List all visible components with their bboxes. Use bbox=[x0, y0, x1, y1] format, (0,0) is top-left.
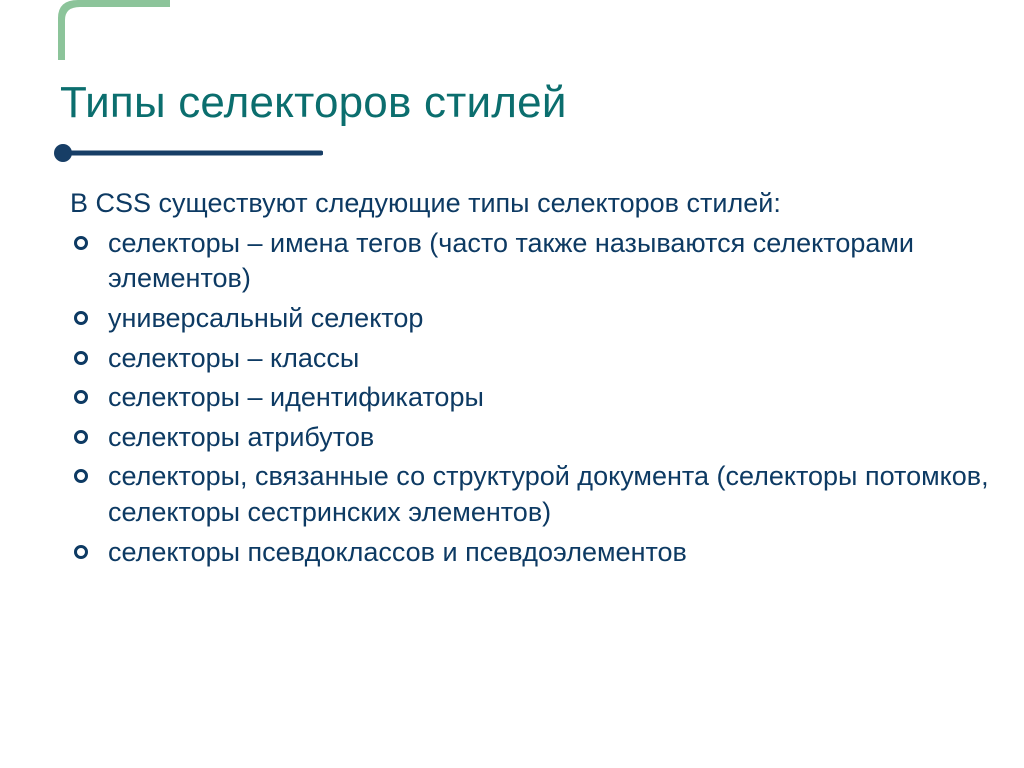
bullet-icon bbox=[74, 311, 88, 325]
bullet-icon bbox=[74, 430, 88, 444]
list-item: селекторы – классы bbox=[70, 341, 1006, 377]
slide-title: Типы селекторов стилей bbox=[60, 78, 567, 128]
list-item: селекторы – идентификаторы bbox=[70, 380, 1006, 416]
list-item: селекторы, связанные со структурой докум… bbox=[70, 459, 1006, 530]
list-item: селекторы псевдоклассов и псевдоэлементо… bbox=[70, 535, 1006, 571]
list-item: селекторы атрибутов bbox=[70, 420, 1006, 456]
list-item-text: селекторы – имена тегов (часто также наз… bbox=[108, 228, 914, 294]
title-underline-rule bbox=[53, 143, 323, 163]
bullet-icon bbox=[74, 469, 88, 483]
corner-decoration bbox=[0, 0, 170, 60]
bullet-list: селекторы – имена тегов (часто также наз… bbox=[70, 226, 1006, 571]
list-item: селекторы – имена тегов (часто также наз… bbox=[70, 226, 1006, 297]
list-item-text: селекторы, связанные со структурой докум… bbox=[108, 461, 989, 527]
bullet-icon bbox=[74, 236, 88, 250]
list-item-text: универсальный селектор bbox=[108, 303, 423, 333]
intro-text: В CSS существуют следующие типы селектор… bbox=[70, 186, 1006, 222]
list-item-text: селекторы – классы bbox=[108, 343, 359, 373]
list-item-text: селекторы атрибутов bbox=[108, 422, 374, 452]
list-item: универсальный селектор bbox=[70, 301, 1006, 337]
slide: Типы селекторов стилей В CSS существуют … bbox=[0, 0, 1024, 768]
list-item-text: селекторы псевдоклассов и псевдоэлементо… bbox=[108, 537, 687, 567]
bullet-icon bbox=[74, 351, 88, 365]
bullet-icon bbox=[74, 545, 88, 559]
slide-body: В CSS существуют следующие типы селектор… bbox=[70, 186, 1006, 574]
bullet-icon bbox=[74, 390, 88, 404]
list-item-text: селекторы – идентификаторы bbox=[108, 382, 484, 412]
